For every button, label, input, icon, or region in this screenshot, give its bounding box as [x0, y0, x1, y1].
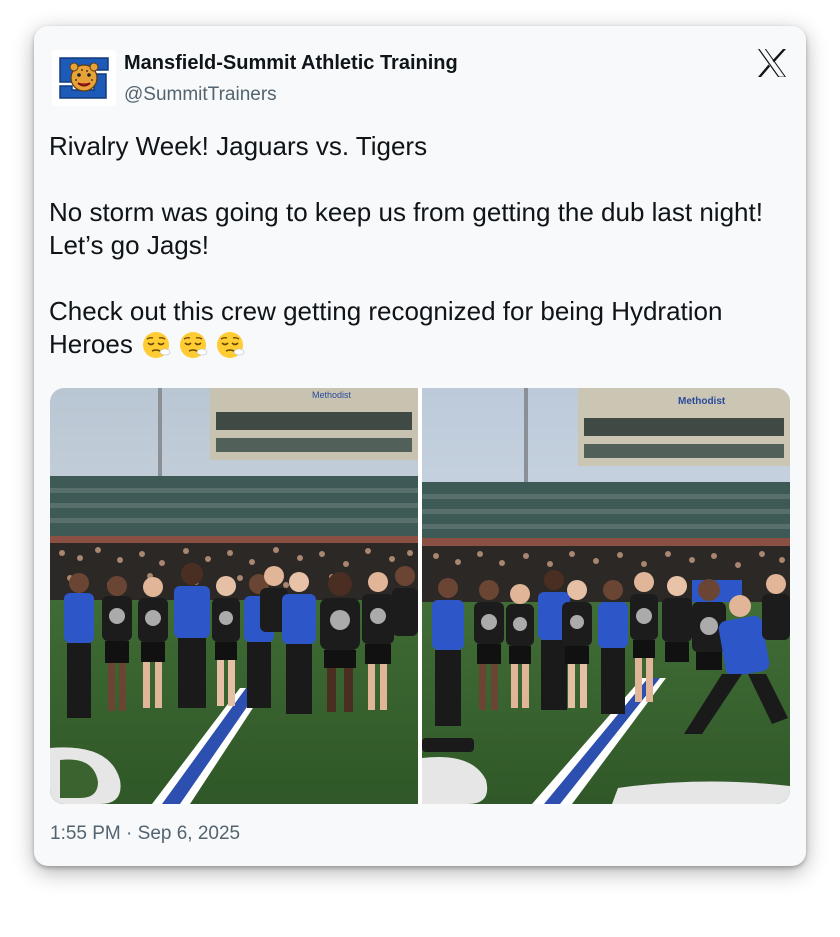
sponsor-sign-right: Methodist	[678, 396, 726, 407]
tweet-text: Rivalry Week! Jaguars vs. Tigers No stor…	[49, 130, 794, 361]
team-photo-left[interactable]: Methodist	[50, 388, 418, 804]
author-handle[interactable]: @SummitTrainers	[124, 84, 277, 106]
relieved-face-emoji	[217, 332, 245, 358]
tweet-text-body: Rivalry Week! Jaguars vs. Tigers No stor…	[49, 131, 763, 359]
avatar[interactable]	[52, 50, 116, 106]
relieved-face-emoji	[143, 332, 171, 358]
relieved-face-emoji	[180, 332, 208, 358]
team-photo-right[interactable]: Methodist	[422, 388, 790, 804]
sponsor-sign-left: Methodist	[312, 390, 352, 400]
tweet-timestamp[interactable]: 1:55 PM · Sep 6, 2025	[50, 823, 240, 845]
media-grid: Methodist Methodist	[50, 388, 790, 804]
tweet-card: Mansfield-Summit Athletic Training @Summ…	[34, 26, 806, 866]
author-name[interactable]: Mansfield-Summit Athletic Training	[124, 52, 458, 75]
x-logo-icon[interactable]	[756, 48, 788, 78]
